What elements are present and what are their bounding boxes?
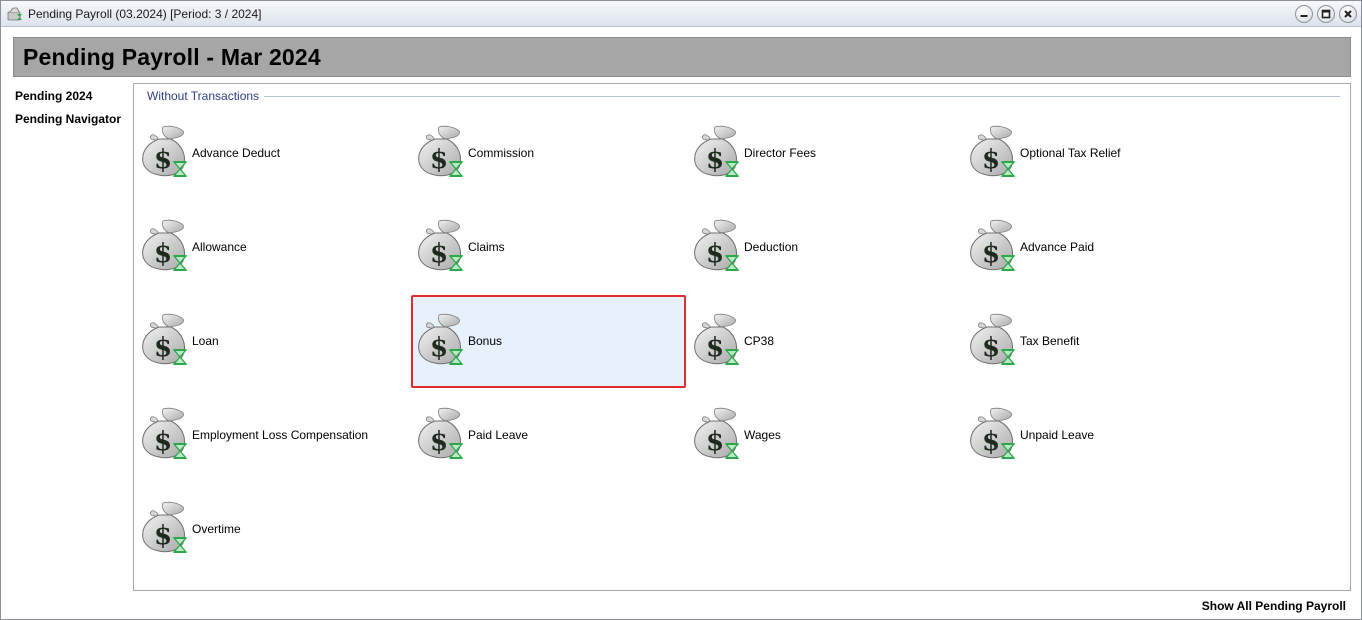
tile-label: Employment Loss Compensation [192,428,369,442]
sidebar-item-pending-2024[interactable]: Pending 2024 [15,88,127,111]
svg-text:$: $ [706,427,724,457]
tile-wages[interactable]: $ Wages [687,365,963,459]
tile-paid-leave[interactable]: $ Paid Leave [411,365,687,459]
tile-bonus[interactable]: $ Bonus [411,271,687,365]
tile-label: Deduction [744,240,799,254]
svg-text:$: $ [706,333,724,363]
money-bag-icon: $ [415,125,465,179]
window-controls [1295,5,1357,23]
svg-text:$: $ [430,239,448,269]
tile-optional-tax-relief[interactable]: $ Optional Tax Relief [963,83,1239,177]
svg-text:$: $ [706,145,724,175]
svg-text:$: $ [154,427,172,457]
minimize-icon [1300,15,1308,17]
tile-director-fees[interactable]: $ Director Fees [687,83,963,177]
tile-cp38[interactable]: $ CP38 [687,271,963,365]
maximize-button[interactable] [1317,5,1335,23]
svg-text:$: $ [154,521,172,551]
tile-label: Paid Leave [468,428,529,442]
money-bag-icon: $ [415,407,465,461]
close-button[interactable] [1339,5,1357,23]
money-bag-icon: $ [139,501,189,555]
tile-overtime[interactable]: $ Overtime [135,459,411,553]
group-label: Without Transactions [147,89,265,103]
tile-tax-benefit[interactable]: $ Tax Benefit [963,271,1239,365]
tile-deduction[interactable]: $ Deduction [687,177,963,271]
tile-label: Advance Paid [1020,240,1095,254]
show-all-pending-payroll-link[interactable]: Show All Pending Payroll [1202,599,1346,613]
tile-advance-paid[interactable]: $ Advance Paid [963,177,1239,271]
page-title: Pending Payroll - Mar 2024 [23,43,321,70]
svg-text:$: $ [982,427,1000,457]
tile-unpaid-leave[interactable]: $ Unpaid Leave [963,365,1239,459]
svg-text:$: $ [430,333,448,363]
tile-loan[interactable]: $ Loan [135,271,411,365]
svg-text:$: $ [430,145,448,175]
close-icon [1344,10,1352,18]
money-bag-icon: $ [691,125,741,179]
tile-claims[interactable]: $ Claims [411,177,687,271]
tile-label: Claims [468,240,505,254]
tile-label: Advance Deduct [192,146,281,160]
tile-label: Loan [192,334,219,348]
app-money-icon [7,7,22,20]
tile-employment-loss-compensation[interactable]: $ Employment Loss Compensation [135,365,411,459]
tile-label: Tax Benefit [1020,334,1080,348]
svg-text:$: $ [982,145,1000,175]
minimize-button[interactable] [1295,5,1313,23]
money-bag-icon: $ [139,407,189,461]
tile-label: Optional Tax Relief [1020,146,1121,160]
svg-text:$: $ [154,145,172,175]
tile-label: Overtime [192,522,241,536]
money-bag-icon: $ [691,407,741,461]
money-bag-icon: $ [415,313,465,367]
tile-label: CP38 [744,334,775,348]
svg-text:$: $ [154,239,172,269]
sidebar-item-pending-navigator[interactable]: Pending Navigator [15,111,127,134]
svg-text:$: $ [154,333,172,363]
money-bag-icon: $ [967,219,1017,273]
tile-commission[interactable]: $ Commission [411,83,687,177]
maximize-icon [1321,9,1331,19]
tile-label: Unpaid Leave [1020,428,1095,442]
tile-label: Wages [744,428,781,442]
money-bag-icon: $ [139,219,189,273]
money-bag-icon: $ [415,219,465,273]
money-bag-icon: $ [139,313,189,367]
tile-label: Commission [468,146,535,160]
tile-label: Director Fees [744,146,817,160]
money-bag-icon: $ [967,125,1017,179]
pending-payroll-window: Pending Payroll (03.2024) [Period: 3 / 2… [0,0,1362,620]
svg-text:$: $ [982,333,1000,363]
money-bag-icon: $ [967,313,1017,367]
header-band: Pending Payroll - Mar 2024 [13,37,1351,77]
tile-label: Allowance [192,240,247,254]
money-bag-icon: $ [139,125,189,179]
title-bar[interactable]: Pending Payroll (03.2024) [Period: 3 / 2… [1,1,1361,27]
window-title: Pending Payroll (03.2024) [Period: 3 / 2… [28,6,262,21]
svg-text:$: $ [982,239,1000,269]
money-bag-icon: $ [691,313,741,367]
money-bag-icon: $ [691,219,741,273]
money-bag-icon: $ [967,407,1017,461]
tile-label: Bonus [468,334,503,348]
tile-allowance[interactable]: $ Allowance [135,177,411,271]
svg-text:$: $ [706,239,724,269]
sidebar: Pending 2024 Pending Navigator [15,88,127,134]
svg-text:$: $ [430,427,448,457]
